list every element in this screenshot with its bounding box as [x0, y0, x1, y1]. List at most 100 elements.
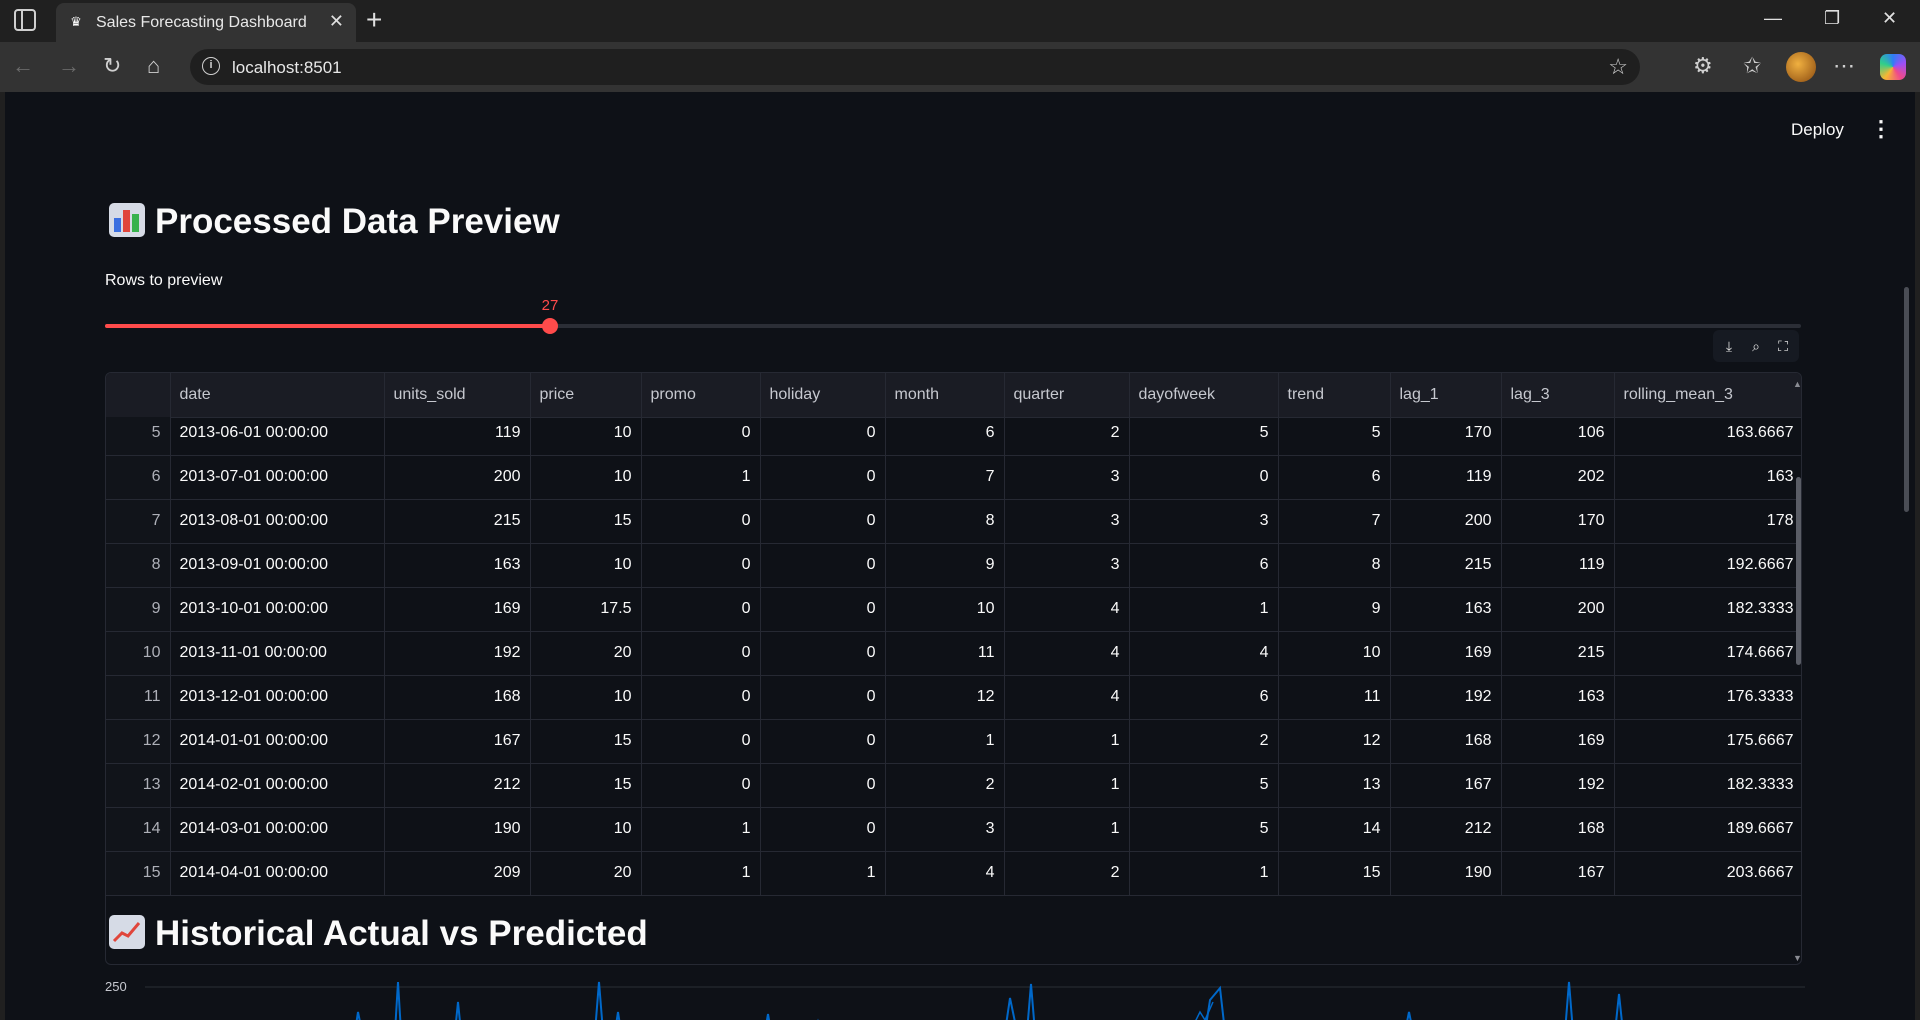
- table-cell-price[interactable]: 15: [530, 763, 642, 808]
- table-cell-dayofweek[interactable]: 5: [1129, 763, 1279, 808]
- table-cell-lag_3[interactable]: 106: [1501, 417, 1615, 456]
- table-cell-price[interactable]: 10: [530, 543, 642, 588]
- table-cell-trend[interactable]: 14: [1278, 807, 1391, 852]
- site-info-icon[interactable]: i: [202, 57, 220, 75]
- browser-tab[interactable]: ♛ Sales Forecasting Dashboard ✕: [56, 3, 356, 42]
- table-cell-lag_1[interactable]: 190: [1390, 851, 1502, 896]
- column-header-promo[interactable]: promo: [641, 373, 761, 418]
- table-cell-month[interactable]: 6: [885, 417, 1005, 456]
- row-index-cell[interactable]: 12: [106, 719, 171, 764]
- table-cell-units_sold[interactable]: 212: [384, 763, 531, 808]
- table-cell-dayofweek[interactable]: 0: [1129, 455, 1279, 500]
- table-cell-dayofweek[interactable]: 2: [1129, 719, 1279, 764]
- table-cell-dayofweek[interactable]: 1: [1129, 851, 1279, 896]
- table-cell-rolling_mean_3[interactable]: 176.3333: [1614, 675, 1801, 720]
- table-cell-units_sold[interactable]: 190: [384, 807, 531, 852]
- table-cell-trend[interactable]: 6: [1278, 455, 1391, 500]
- table-row[interactable]: 12 2014-01-01 00:00:00 167 15 0 0 1 1 2 12 168 169 1…: [106, 719, 1801, 764]
- table-cell-units_sold[interactable]: 169: [384, 587, 531, 632]
- table-cell-month[interactable]: 8: [885, 499, 1005, 544]
- actual-vs-predicted-chart[interactable]: 250: [105, 972, 1805, 1020]
- table-cell-month[interactable]: 4: [885, 851, 1005, 896]
- table-cell-trend[interactable]: 10: [1278, 631, 1391, 676]
- table-cell-month[interactable]: 2: [885, 763, 1005, 808]
- row-index-cell[interactable]: 5: [106, 417, 171, 456]
- table-cell-holiday[interactable]: 0: [760, 417, 886, 456]
- row-index-cell[interactable]: 9: [106, 587, 171, 632]
- table-cell-price[interactable]: 20: [530, 851, 642, 896]
- table-cell-lag_3[interactable]: 169: [1501, 719, 1615, 764]
- column-header-holiday[interactable]: holiday: [760, 373, 886, 418]
- page-scrollbar[interactable]: [1904, 287, 1909, 512]
- table-cell-holiday[interactable]: 0: [760, 587, 886, 632]
- table-cell-date[interactable]: 2013-12-01 00:00:00: [170, 675, 385, 720]
- search-icon[interactable]: ⌕: [1746, 336, 1766, 356]
- close-tab-icon[interactable]: ✕: [329, 11, 344, 32]
- table-row[interactable]: 14 2014-03-01 00:00:00 190 10 1 0 3 1 5 14 212 168 1…: [106, 807, 1801, 852]
- table-cell-dayofweek[interactable]: 1: [1129, 587, 1279, 632]
- table-cell-price[interactable]: 10: [530, 807, 642, 852]
- column-header-dayofweek[interactable]: dayofweek: [1129, 373, 1279, 418]
- download-icon[interactable]: ⤓: [1719, 336, 1739, 356]
- table-cell-date[interactable]: 2014-01-01 00:00:00: [170, 719, 385, 764]
- table-cell-price[interactable]: 10: [530, 675, 642, 720]
- table-cell-trend[interactable]: 13: [1278, 763, 1391, 808]
- table-body[interactable]: 5 2013-06-01 00:00:00 119 10 0 0 6 2 5 5 170 106 163…: [106, 417, 1801, 964]
- table-cell-quarter[interactable]: 4: [1004, 675, 1130, 720]
- table-cell-date[interactable]: 2014-03-01 00:00:00: [170, 807, 385, 852]
- address-bar[interactable]: i localhost:8501 ☆: [190, 49, 1640, 85]
- table-cell-lag_1[interactable]: 192: [1390, 675, 1502, 720]
- table-cell-lag_3[interactable]: 170: [1501, 499, 1615, 544]
- row-index-cell[interactable]: 7: [106, 499, 171, 544]
- url-text[interactable]: localhost:8501: [232, 58, 342, 78]
- table-scroll-up-icon[interactable]: ▲: [1793, 379, 1801, 389]
- table-cell-holiday[interactable]: 0: [760, 675, 886, 720]
- table-cell-quarter[interactable]: 3: [1004, 499, 1130, 544]
- table-cell-dayofweek[interactable]: 6: [1129, 675, 1279, 720]
- table-cell-lag_1[interactable]: 170: [1390, 417, 1502, 456]
- column-header-lag_3[interactable]: lag_3: [1501, 373, 1615, 418]
- table-cell-promo[interactable]: 0: [641, 499, 761, 544]
- table-cell-dayofweek[interactable]: 4: [1129, 631, 1279, 676]
- table-cell-promo[interactable]: 0: [641, 675, 761, 720]
- minimize-icon[interactable]: —: [1764, 8, 1782, 29]
- table-cell-holiday[interactable]: 0: [760, 499, 886, 544]
- column-header-price[interactable]: price: [530, 373, 642, 418]
- table-cell-quarter[interactable]: 1: [1004, 807, 1130, 852]
- table-cell-quarter[interactable]: 4: [1004, 587, 1130, 632]
- table-cell-lag_1[interactable]: 212: [1390, 807, 1502, 852]
- table-cell-month[interactable]: 10: [885, 587, 1005, 632]
- table-cell-quarter[interactable]: 3: [1004, 455, 1130, 500]
- table-cell-price[interactable]: 15: [530, 719, 642, 764]
- reload-icon[interactable]: ↻: [103, 53, 121, 79]
- table-cell-rolling_mean_3[interactable]: 182.3333: [1614, 763, 1801, 808]
- deploy-button[interactable]: Deploy: [1791, 120, 1844, 140]
- table-cell-month[interactable]: 7: [885, 455, 1005, 500]
- column-header-quarter[interactable]: quarter: [1004, 373, 1130, 418]
- table-cell-date[interactable]: 2013-10-01 00:00:00: [170, 587, 385, 632]
- rows-slider[interactable]: [105, 318, 1801, 334]
- table-cell-dayofweek[interactable]: 3: [1129, 499, 1279, 544]
- table-cell-units_sold[interactable]: 119: [384, 417, 531, 456]
- table-cell-lag_1[interactable]: 163: [1390, 587, 1502, 632]
- back-icon[interactable]: ←: [12, 53, 34, 79]
- table-cell-date[interactable]: 2013-07-01 00:00:00: [170, 455, 385, 500]
- row-index-cell[interactable]: 13: [106, 763, 171, 808]
- column-header-rolling_mean_3[interactable]: rolling_mean_3: [1614, 373, 1801, 418]
- table-row[interactable]: 5 2013-06-01 00:00:00 119 10 0 0 6 2 5 5 170 106 163…: [106, 417, 1801, 456]
- table-cell-price[interactable]: 17.5: [530, 587, 642, 632]
- table-cell-lag_3[interactable]: 192: [1501, 763, 1615, 808]
- table-cell-trend[interactable]: 7: [1278, 499, 1391, 544]
- table-cell-month[interactable]: 3: [885, 807, 1005, 852]
- table-cell-lag_1[interactable]: 119: [1390, 455, 1502, 500]
- app-menu-icon[interactable]: ⋮: [1870, 116, 1892, 142]
- table-cell-dayofweek[interactable]: 5: [1129, 807, 1279, 852]
- data-table[interactable]: date units_sold price promo holiday month quar…: [105, 372, 1802, 965]
- profile-avatar[interactable]: [1786, 52, 1816, 82]
- table-cell-lag_1[interactable]: 168: [1390, 719, 1502, 764]
- table-cell-quarter[interactable]: 2: [1004, 417, 1130, 456]
- table-cell-lag_3[interactable]: 168: [1501, 807, 1615, 852]
- table-cell-holiday[interactable]: 0: [760, 631, 886, 676]
- row-index-cell[interactable]: 8: [106, 543, 171, 588]
- table-cell-lag_3[interactable]: 215: [1501, 631, 1615, 676]
